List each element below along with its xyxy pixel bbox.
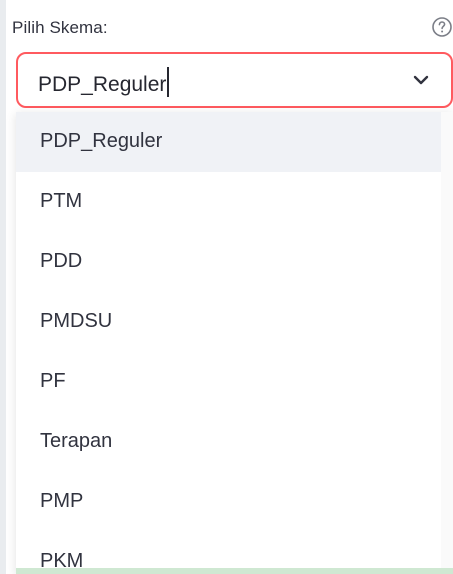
option-pdd[interactable]: PDD [16, 232, 441, 292]
option-pdp-reguler[interactable]: PDP_Reguler [16, 112, 441, 172]
scheme-dropdown-menu: PDP_Reguler PTM PDD PMDSU PF Terapan PMP… [16, 112, 453, 574]
page: Pilih Skema: PDP_Reguler PDP_Reguler PTM… [0, 0, 453, 574]
option-label[interactable]: PDD [40, 250, 82, 273]
help-circle-icon[interactable] [431, 16, 453, 38]
option-label[interactable]: PDP_Reguler [40, 130, 162, 153]
option-pmp[interactable]: PMP [16, 472, 441, 532]
option-label[interactable]: PMP [40, 490, 83, 513]
option-label[interactable]: PMDSU [40, 310, 112, 333]
scheme-select[interactable]: PDP_Reguler [16, 52, 453, 108]
bottom-strip [16, 568, 453, 574]
option-ptm[interactable]: PTM [16, 172, 441, 232]
option-label[interactable]: Terapan [40, 430, 112, 453]
field-label: Pilih Skema: [12, 18, 108, 37]
option-label[interactable]: PTM [40, 190, 82, 213]
option-pmdsu[interactable]: PMDSU [16, 292, 441, 352]
text-caret [167, 67, 170, 97]
select-value[interactable]: PDP_Reguler [38, 67, 170, 97]
field-label-row: Pilih Skema: [12, 16, 453, 40]
option-terapan[interactable]: Terapan [16, 412, 441, 472]
option-pf[interactable]: PF [16, 352, 441, 412]
select-value-text[interactable]: PDP_Reguler [38, 73, 166, 96]
chevron-down-icon[interactable] [413, 74, 429, 86]
option-label[interactable]: PF [40, 370, 66, 393]
dropdown-scrollbar[interactable] [441, 112, 453, 574]
